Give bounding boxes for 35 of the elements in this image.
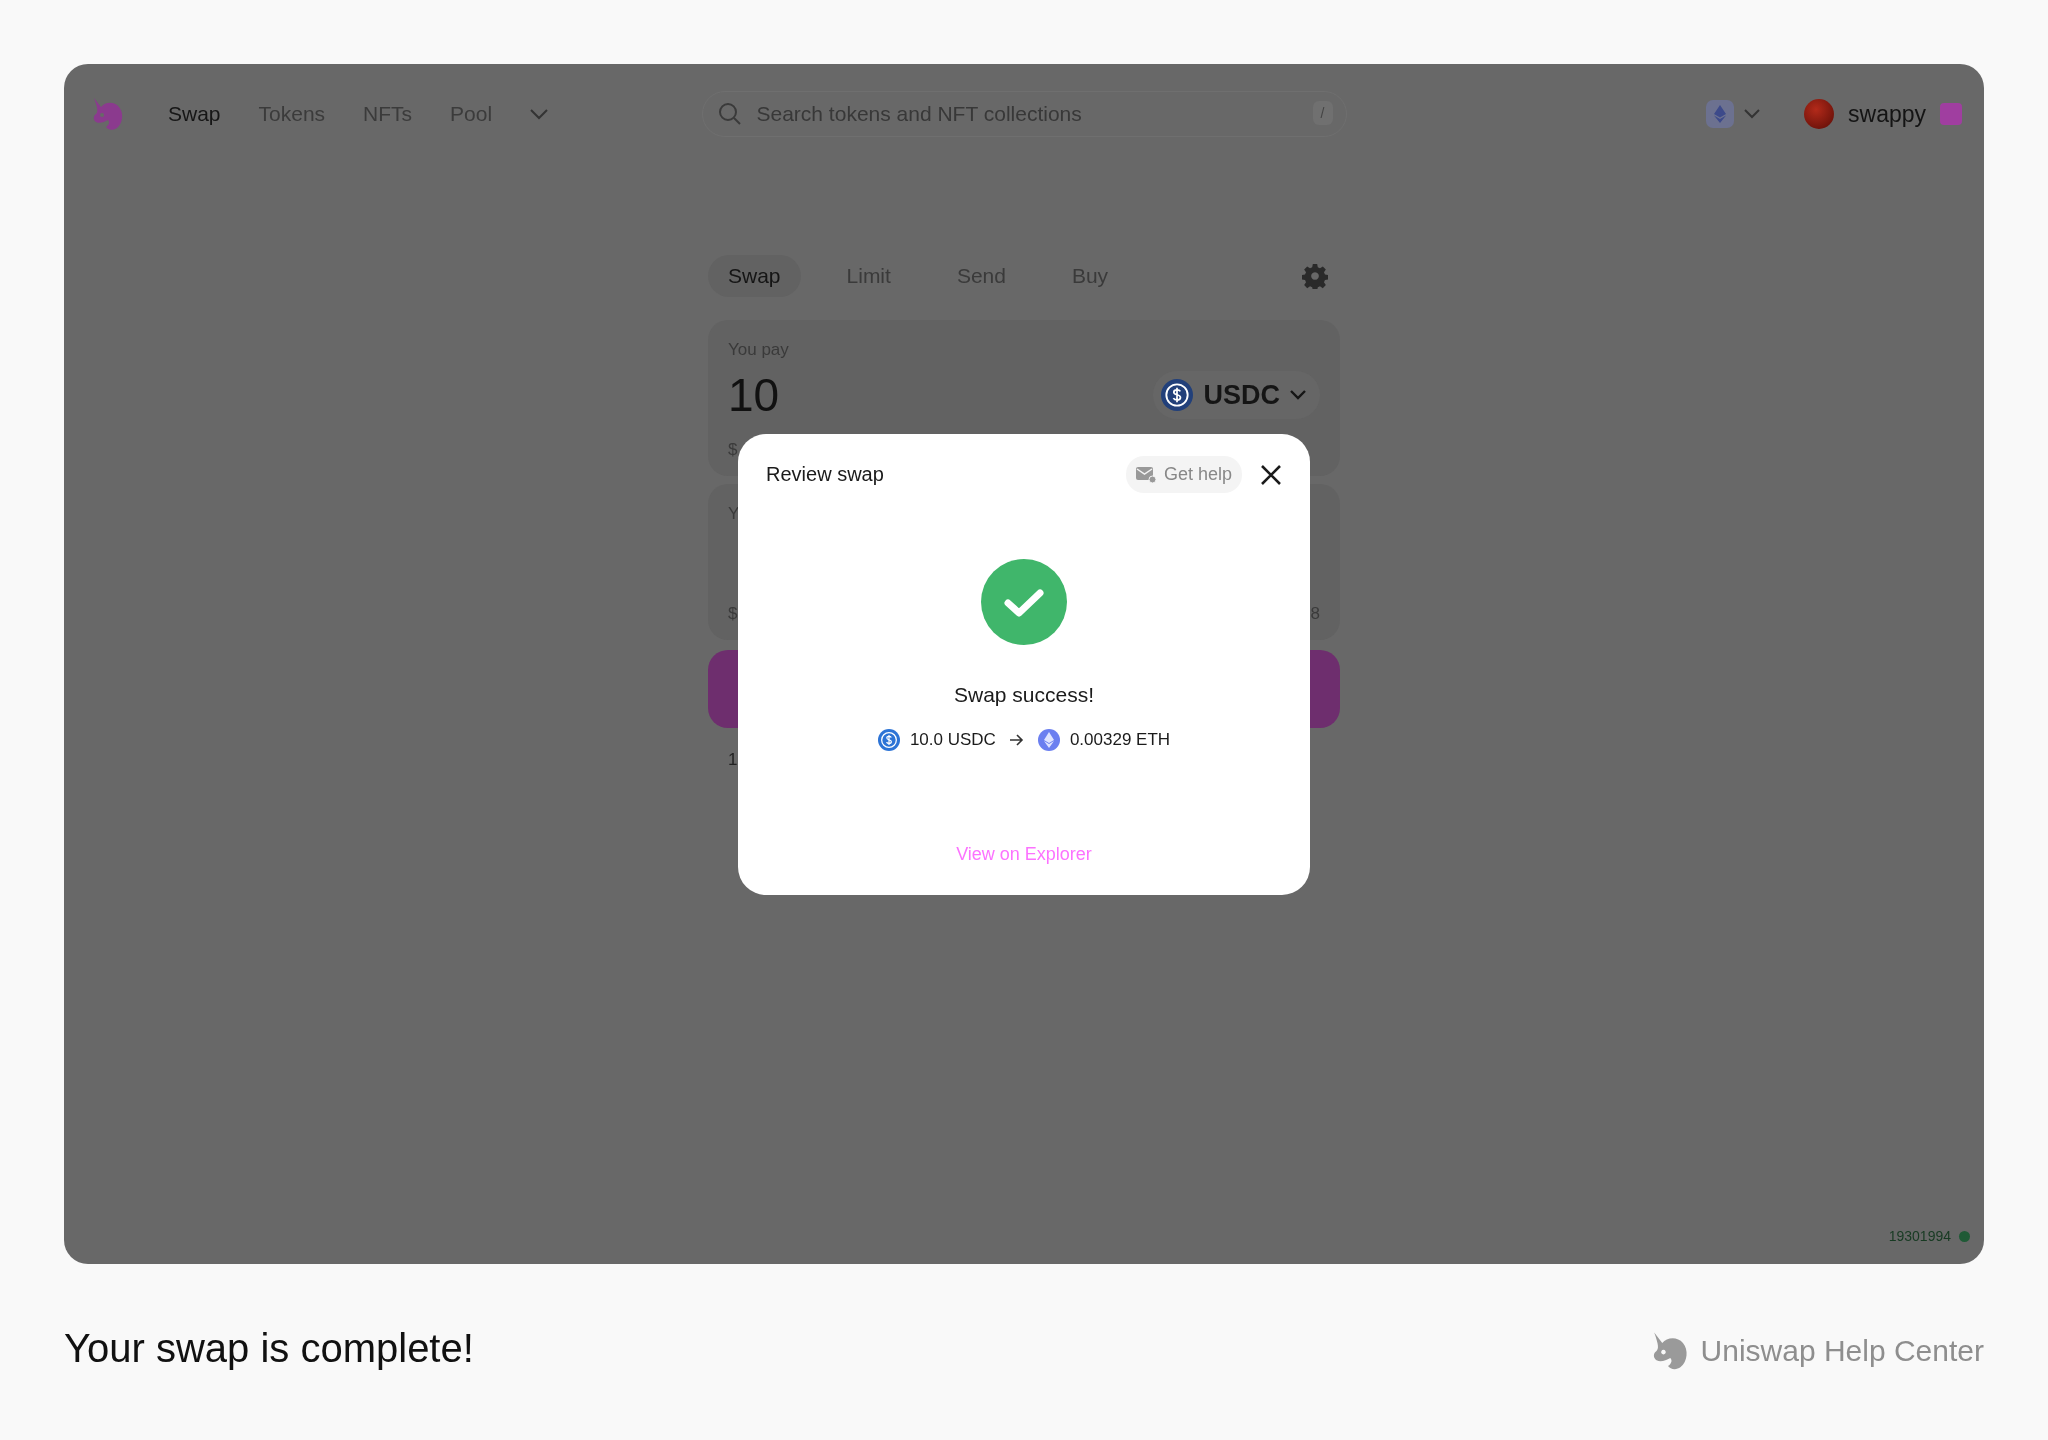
avatar[interactable]	[1804, 99, 1834, 129]
brand-name: Uniswap Help Center	[1700, 1334, 1984, 1368]
badge-icon	[1940, 103, 1962, 125]
nav-link[interactable]: Swap	[168, 102, 221, 126]
shortcut-key: /	[1312, 101, 1333, 125]
usdc-coin-icon	[1161, 379, 1194, 411]
get-help-button[interactable]: Get help	[1125, 456, 1242, 493]
paid-amount: 10.0 USDC	[909, 730, 996, 750]
dialog-title: Review swap	[766, 463, 884, 486]
ether-coin-icon	[1037, 729, 1060, 751]
success-headline: Swap success!	[953, 683, 1095, 707]
chevron-down-icon	[1290, 390, 1306, 400]
arrow-right-icon	[1009, 734, 1024, 746]
account-name[interactable]: swappy	[1848, 100, 1926, 128]
settings-icon[interactable]	[1302, 263, 1328, 289]
received-amount: 0.00329 ETH	[1069, 730, 1171, 750]
rate-text: 1	[728, 750, 739, 770]
success-check-icon	[981, 559, 1067, 645]
token-selector[interactable]: USDC	[1153, 371, 1320, 419]
envelope-icon	[1135, 466, 1156, 483]
search-icon	[717, 102, 742, 126]
caption-text: Your swap is complete!	[64, 1326, 474, 1371]
usdc-coin-icon	[877, 729, 900, 751]
close-icon[interactable]	[1260, 463, 1282, 486]
network-selector[interactable]	[1706, 100, 1734, 128]
usd-value: $	[728, 604, 738, 624]
explorer-link[interactable]: View on Explorer	[956, 844, 1092, 865]
block-number: 19301994	[1888, 1228, 1951, 1244]
pay-amount[interactable]: 10	[728, 368, 780, 422]
chevron-down-icon[interactable]	[530, 108, 549, 120]
diamond-icon	[1714, 105, 1726, 123]
usd-value: $	[728, 440, 738, 460]
chevron-down-icon[interactable]	[1744, 109, 1760, 119]
swap-tab[interactable]: Swap	[708, 255, 801, 297]
status-dot-icon	[1959, 1230, 1970, 1242]
